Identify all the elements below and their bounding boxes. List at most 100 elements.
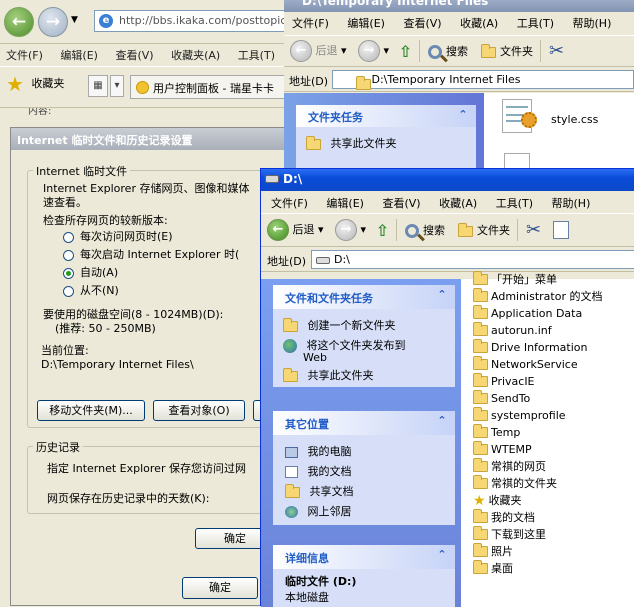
my-computer-link-row[interactable]: 我的电脑 [285,443,352,459]
d-menu-file[interactable]: 文件(F) [271,197,308,210]
shared-documents-link-row[interactable]: 共享文档 [285,483,354,499]
temp-search-button[interactable]: 搜索 [427,43,468,59]
d-address-input[interactable]: D:\ [311,250,634,269]
list-item[interactable]: Temp [473,423,520,441]
share-folder-link[interactable]: 共享此文件夹 [308,369,374,382]
css-file-name[interactable]: style.css [551,113,598,126]
other-places-header[interactable]: 其它位置 ⌃ [273,411,455,435]
my-documents-link-row[interactable]: 我的文档 [285,463,352,479]
list-item[interactable]: NetworkService [473,355,578,373]
tab-grid-icon[interactable]: ▦ [88,75,108,97]
radio-button[interactable] [63,249,74,261]
d-menu-help[interactable]: 帮助(H) [552,197,591,210]
ie-menu-file[interactable]: 文件(F) [6,49,43,62]
publish-web-link-line2[interactable]: Web [303,351,327,364]
temp-menu-view[interactable]: 查看(V) [403,17,441,30]
tab-list-dropdown-icon[interactable]: ▾ [110,75,124,97]
forward-arrow-icon: → [335,219,358,241]
list-item[interactable]: SendTo [473,389,531,407]
outer-ok-button[interactable]: 确定 [182,577,258,599]
view-objects-button[interactable]: 查看对象(O) [153,400,245,421]
cut-icon[interactable]: ✂ [549,41,564,62]
temp-toolbar: ← 后退 ▾ → ▾ ⇧ 搜索 文件夹 ✂ [284,35,634,67]
ie-favorites-button[interactable]: 收藏夹 [31,77,64,90]
list-item[interactable]: Administrator 的文档 [473,287,602,305]
radio-button[interactable] [63,231,74,243]
cut-icon[interactable]: ✂ [526,220,541,241]
radio-automatic[interactable]: 自动(A) [63,264,118,280]
temp-menu-help[interactable]: 帮助(H) [573,17,612,30]
list-item[interactable]: WTEMP [473,440,532,458]
ie-back-button[interactable]: ← [4,7,34,37]
folder-icon [473,457,488,472]
radio-every-visit[interactable]: 每次访问网页时(E) [63,228,173,244]
radio-never[interactable]: 从不(N) [63,282,119,298]
temp-address-input[interactable]: D:\Temporary Internet Files [332,70,634,90]
radio-every-start[interactable]: 每次启动 Internet Explorer 时( [63,246,239,262]
new-folder-link[interactable]: 创建一个新文件夹 [308,319,396,332]
list-item[interactable]: autorun.inf [473,321,552,339]
file-tasks-header[interactable]: 文件和文件夹任务 ⌃ [273,285,455,309]
ie-menu-view[interactable]: 查看(V) [115,49,153,62]
d-menu-favorites[interactable]: 收藏(A) [439,197,477,210]
copy-icon[interactable] [552,221,569,239]
network-places-link[interactable]: 网上邻居 [308,505,352,518]
details-header[interactable]: 详细信息 ⌃ [273,545,455,569]
temp-menu-file[interactable]: 文件(F) [292,17,329,30]
ie-menu-edit[interactable]: 编辑(E) [60,49,98,62]
ie-menu-tools[interactable]: 工具(T) [238,49,275,62]
explorer-d-drive-window: D:\ 文件(F) 编辑(E) 查看(V) 收藏(A) 工具(T) 帮助(H) … [260,168,634,607]
list-item[interactable]: 下载到这里 [473,525,546,543]
list-item[interactable]: 我的文档 [473,508,535,526]
publish-web-task[interactable]: 将这个文件夹发布到 [283,337,406,353]
radio-button[interactable] [63,285,74,297]
temp-back-button[interactable]: ← 后退 ▾ [290,40,347,62]
d-forward-button[interactable]: → ▾ [335,219,366,241]
collapse-chevron-icon[interactable]: ⌃ [435,415,449,429]
up-folder-icon[interactable]: ⇧ [399,42,412,61]
list-item[interactable]: 「开始」菜单 [473,270,557,288]
d-search-button[interactable]: 搜索 [404,222,445,238]
temp-menu-tools[interactable]: 工具(T) [517,17,554,30]
ie-history-dropdown-icon[interactable]: ▼ [71,15,78,25]
list-item[interactable]: Application Data [473,304,582,322]
ie-menu-favorites[interactable]: 收藏夹(A) [171,49,220,62]
collapse-chevron-icon[interactable]: ⌃ [435,289,449,303]
d-folders-button[interactable]: 文件夹 [458,222,510,238]
collapse-chevron-icon[interactable]: ⌃ [456,109,470,123]
list-item[interactable]: Drive Information [473,338,588,356]
list-item[interactable]: ★ 收藏夹 [473,492,522,509]
css-file-icon[interactable] [502,99,537,133]
my-computer-link[interactable]: 我的电脑 [308,445,352,458]
list-item[interactable]: 常祺的文件夹 [473,474,557,492]
d-menu-edit[interactable]: 编辑(E) [326,197,364,210]
list-item[interactable]: systemprofile [473,406,566,424]
new-folder-task[interactable]: 创建一个新文件夹 [283,317,396,333]
move-folder-button[interactable]: 移动文件夹(M)... [37,400,145,421]
temp-task-header[interactable]: 文件夹任务 ⌃ [296,105,476,127]
file-name: SendTo [491,392,531,405]
list-item[interactable]: 常祺的网页 [473,457,546,475]
network-places-link-row[interactable]: 网上邻居 [285,503,352,519]
shared-documents-link[interactable]: 共享文档 [310,485,354,498]
d-menu-view[interactable]: 查看(V) [382,197,420,210]
temp-menu-favorites[interactable]: 收藏(A) [460,17,498,30]
temp-folders-button[interactable]: 文件夹 [481,43,533,59]
collapse-chevron-icon[interactable]: ⌃ [435,549,449,563]
temp-menu-edit[interactable]: 编辑(E) [347,17,385,30]
list-item[interactable]: 桌面 [473,559,513,577]
d-menu-tools[interactable]: 工具(T) [496,197,533,210]
list-item[interactable]: 照片 [473,542,513,560]
new-folder-icon [283,317,298,332]
d-back-button[interactable]: ← 后退 ▾ [267,219,324,241]
ie-tab[interactable]: 用户控制面板 - 瑞星卡卡 [130,75,290,99]
up-folder-icon[interactable]: ⇧ [376,221,389,240]
list-item[interactable]: PrivacIE [473,372,535,390]
radio-button-selected[interactable] [63,267,74,279]
share-folder-task[interactable]: 共享此文件夹 [283,367,374,383]
my-documents-link[interactable]: 我的文档 [308,465,352,478]
ie-address-bar[interactable]: e http://bbs.ikaka.com/posttopic.as [94,10,290,32]
temp-share-folder-link[interactable]: 共享此文件夹 [331,137,397,150]
ie-forward-button[interactable]: → [38,7,68,37]
temp-forward-button[interactable]: → ▾ [358,40,389,62]
